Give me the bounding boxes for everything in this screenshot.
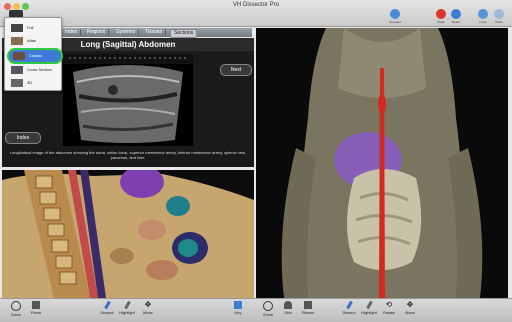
full-view-thumbnail-icon xyxy=(11,24,23,32)
view-option-full[interactable]: Full xyxy=(5,22,61,34)
move-arrows-icon: ✥ xyxy=(406,300,414,309)
index-button[interactable]: Index xyxy=(5,132,41,144)
3d-body-view[interactable] xyxy=(256,28,508,298)
reset-button[interactable]: Reset xyxy=(449,9,463,24)
zoom-button-left[interactable]: Zoom xyxy=(6,301,26,317)
classic-view-thumbnail-icon xyxy=(13,52,25,60)
next-button[interactable]: Next xyxy=(220,64,252,76)
magnifier-icon xyxy=(263,301,273,311)
bottom-toolbar: Zoom Plane Dissect Highlight ✥ Move Key Z… xyxy=(0,298,512,322)
dissect-button-left[interactable]: Dissect xyxy=(97,300,117,315)
move-button-right[interactable]: ✥ Move xyxy=(400,300,420,316)
pen-icon xyxy=(365,300,373,310)
planes-icon xyxy=(304,301,312,309)
title-bar: VH Dissector Pro Grouped Clear Reset Und… xyxy=(0,0,512,27)
move-button-left[interactable]: ✥ Move xyxy=(138,300,158,316)
app-title: VH Dissector Pro xyxy=(232,2,279,8)
magnifier-icon xyxy=(11,301,21,311)
scalpel-icon xyxy=(345,300,353,310)
highlight-button-left[interactable]: Highlight xyxy=(117,300,137,315)
person-icon xyxy=(284,301,292,309)
undo-button[interactable]: Undo xyxy=(476,9,490,24)
plane-button[interactable]: Plane xyxy=(26,301,46,315)
view-option-3d[interactable]: 3D xyxy=(5,77,61,89)
cross-section-thumbnail-icon xyxy=(11,66,23,74)
sagittal-section-view[interactable] xyxy=(2,170,254,298)
tab-systems[interactable]: Systems xyxy=(113,29,140,36)
scalpel-icon xyxy=(103,300,111,310)
3d-view-thumbnail-icon xyxy=(11,79,23,87)
reset-icon xyxy=(451,9,461,19)
key-button[interactable]: Key xyxy=(228,301,248,315)
key-icon xyxy=(234,301,242,309)
nav-tab-bar: Index Regions Systems Tissues Sections xyxy=(58,28,252,38)
plane-icon xyxy=(32,301,40,309)
skin-button[interactable]: Skin xyxy=(278,301,298,315)
view-dropdown: Full Atlas Classic Cross Section 3D xyxy=(4,17,63,91)
tab-regions[interactable]: Regions xyxy=(84,29,110,36)
pen-icon xyxy=(123,300,131,310)
redo-button[interactable]: Redo xyxy=(492,9,506,24)
ultrasound-image xyxy=(63,54,193,146)
highlight-button-right[interactable]: Highlight xyxy=(359,300,379,315)
view-option-cross-section[interactable]: Cross Section xyxy=(5,64,61,76)
clear-icon xyxy=(436,9,446,19)
tab-sections[interactable]: Sections xyxy=(170,29,198,38)
undo-icon xyxy=(478,9,488,19)
grouped-icon xyxy=(390,9,400,19)
rotate-button[interactable]: ⟲ Rotate xyxy=(379,300,399,316)
rotate-icon: ⟲ xyxy=(385,300,393,309)
redo-icon xyxy=(494,9,504,19)
atlas-view-thumbnail-icon xyxy=(11,37,23,45)
planes-button[interactable]: Planes xyxy=(298,301,318,315)
dissect-button-right[interactable]: Dissect xyxy=(339,300,359,315)
grouped-button[interactable]: Grouped xyxy=(388,9,402,24)
move-arrows-icon: ✥ xyxy=(144,300,152,309)
clear-button[interactable]: Clear xyxy=(434,9,448,24)
view-option-classic[interactable]: Classic xyxy=(7,48,63,64)
zoom-button-right[interactable]: Zoom xyxy=(258,301,278,317)
tab-index[interactable]: Index xyxy=(62,29,82,36)
image-caption: Longitudinal image of the abdomen showin… xyxy=(9,150,247,160)
tab-tissues[interactable]: Tissues xyxy=(142,29,167,36)
view-option-atlas[interactable]: Atlas xyxy=(5,35,61,47)
